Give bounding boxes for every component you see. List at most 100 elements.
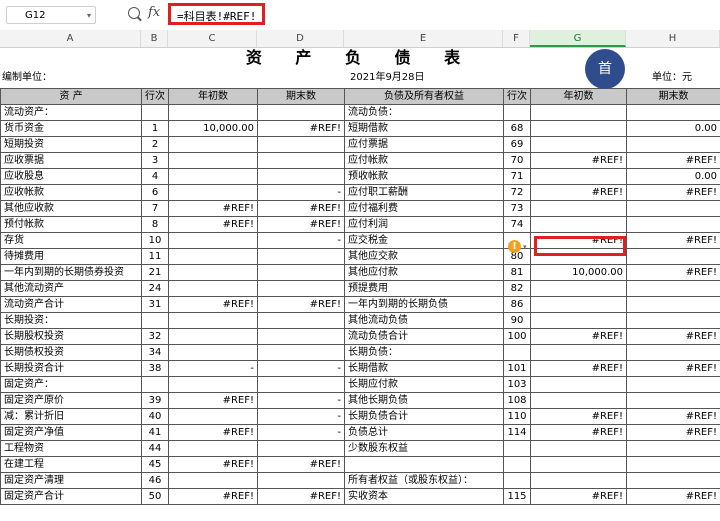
table-cell[interactable] xyxy=(530,472,627,489)
column-header-c[interactable]: C xyxy=(168,30,257,47)
table-cell[interactable]: 其他流动负债 xyxy=(344,312,504,329)
table-cell[interactable]: #REF! xyxy=(257,456,345,473)
table-cell[interactable] xyxy=(168,440,258,457)
table-cell[interactable]: 45 xyxy=(141,456,169,473)
table-cell[interactable]: 81 xyxy=(503,264,531,281)
table-cell[interactable] xyxy=(626,136,720,153)
formula-input[interactable]: =科目表!#REF! xyxy=(168,3,266,25)
table-cell[interactable]: 11 xyxy=(141,248,169,265)
table-cell[interactable]: 74 xyxy=(503,216,531,233)
table-cell[interactable]: #REF! xyxy=(626,184,720,201)
table-cell[interactable] xyxy=(168,136,258,153)
table-cell[interactable] xyxy=(530,200,627,217)
table-cell[interactable] xyxy=(257,472,345,489)
table-cell[interactable]: 预提费用 xyxy=(344,280,504,297)
table-cell[interactable] xyxy=(503,104,531,121)
table-cell[interactable] xyxy=(626,296,720,313)
table-cell[interactable] xyxy=(168,408,258,425)
table-cell[interactable] xyxy=(168,184,258,201)
table-cell[interactable]: 68 xyxy=(503,120,531,137)
table-cell[interactable]: 固定资产清理 xyxy=(0,472,142,489)
table-cell[interactable]: 预付帐款 xyxy=(0,216,142,233)
table-cell[interactable]: 流动负债合计 xyxy=(344,328,504,345)
table-cell[interactable]: #REF! xyxy=(168,424,258,441)
table-cell[interactable]: 4 xyxy=(141,168,169,185)
table-cell[interactable]: #REF! xyxy=(168,296,258,313)
table-cell[interactable]: 其他长期负债 xyxy=(344,392,504,409)
table-cell[interactable]: 应付职工薪酬 xyxy=(344,184,504,201)
table-cell[interactable]: 预收帐款 xyxy=(344,168,504,185)
table-cell[interactable] xyxy=(530,280,627,297)
header-cell[interactable]: 行次 xyxy=(141,88,169,105)
table-cell[interactable]: 长期股权投资 xyxy=(0,328,142,345)
table-cell[interactable]: 其他应付款 xyxy=(344,264,504,281)
table-cell[interactable] xyxy=(626,104,720,121)
table-cell[interactable]: 应交税金 xyxy=(344,232,504,249)
table-cell[interactable]: 41 xyxy=(141,424,169,441)
table-cell[interactable] xyxy=(168,328,258,345)
table-cell[interactable]: 一年内到期的长期负债 xyxy=(344,296,504,313)
avatar[interactable]: 首 xyxy=(585,49,625,89)
table-cell[interactable]: - xyxy=(168,360,258,377)
table-cell[interactable] xyxy=(626,456,720,473)
table-cell[interactable] xyxy=(168,344,258,361)
table-cell[interactable]: 应收股息 xyxy=(0,168,142,185)
table-cell[interactable]: 7 xyxy=(141,200,169,217)
table-cell[interactable]: 46 xyxy=(141,472,169,489)
table-cell[interactable]: 21 xyxy=(141,264,169,281)
table-cell[interactable]: 长期投资： xyxy=(0,312,142,329)
table-cell[interactable]: 24 xyxy=(141,280,169,297)
table-cell[interactable]: 38 xyxy=(141,360,169,377)
table-cell[interactable]: 101 xyxy=(503,360,531,377)
table-cell[interactable] xyxy=(257,152,345,169)
table-cell[interactable]: 31 xyxy=(141,296,169,313)
table-cell[interactable]: 73 xyxy=(503,200,531,217)
table-cell[interactable] xyxy=(141,312,169,329)
table-cell[interactable]: #REF! xyxy=(257,216,345,233)
table-cell[interactable] xyxy=(530,312,627,329)
table-cell[interactable] xyxy=(503,456,531,473)
table-cell[interactable] xyxy=(257,344,345,361)
table-cell[interactable]: 应收帐款 xyxy=(0,184,142,201)
table-cell[interactable]: 114 xyxy=(503,424,531,441)
column-header-d[interactable]: D xyxy=(257,30,344,47)
table-cell[interactable] xyxy=(168,248,258,265)
table-cell[interactable] xyxy=(344,456,504,473)
table-cell[interactable]: #REF! xyxy=(257,488,345,505)
table-cell[interactable]: 70 xyxy=(503,152,531,169)
table-cell[interactable] xyxy=(626,344,720,361)
table-cell[interactable] xyxy=(503,344,531,361)
table-cell[interactable]: - xyxy=(257,424,345,441)
zoom-icon[interactable] xyxy=(128,7,140,19)
table-cell[interactable] xyxy=(503,472,531,489)
table-cell[interactable] xyxy=(257,280,345,297)
table-cell[interactable] xyxy=(530,120,627,137)
table-cell[interactable]: 10 xyxy=(141,232,169,249)
table-cell[interactable]: 其他应收款 xyxy=(0,200,142,217)
table-cell[interactable] xyxy=(257,248,345,265)
table-cell[interactable]: 10,000.00 xyxy=(168,120,258,137)
table-cell[interactable] xyxy=(141,104,169,121)
table-cell[interactable]: #REF! xyxy=(530,424,627,441)
table-cell[interactable] xyxy=(257,168,345,185)
table-cell[interactable]: 10,000.00 xyxy=(530,264,627,281)
table-cell[interactable]: #REF! xyxy=(530,408,627,425)
table-cell[interactable]: 39 xyxy=(141,392,169,409)
table-cell[interactable]: #REF! xyxy=(168,456,258,473)
table-cell[interactable] xyxy=(530,456,627,473)
table-cell[interactable]: 工程物资 xyxy=(0,440,142,457)
header-cell[interactable]: 资 产 xyxy=(0,88,142,105)
table-cell[interactable]: 实收资本 xyxy=(344,488,504,505)
table-cell[interactable] xyxy=(257,376,345,393)
table-cell[interactable]: #REF! xyxy=(168,488,258,505)
table-cell[interactable]: #REF! xyxy=(257,120,345,137)
table-cell[interactable]: #REF! xyxy=(626,408,720,425)
table-cell[interactable]: 固定资产合计 xyxy=(0,488,142,505)
warning-icon[interactable]: ! xyxy=(508,240,521,253)
table-cell[interactable] xyxy=(257,264,345,281)
table-cell[interactable]: 3 xyxy=(141,152,169,169)
table-cell[interactable]: 其他应交款 xyxy=(344,248,504,265)
table-cell[interactable] xyxy=(626,376,720,393)
table-cell[interactable] xyxy=(168,232,258,249)
table-cell[interactable]: 0.00 xyxy=(626,168,720,185)
